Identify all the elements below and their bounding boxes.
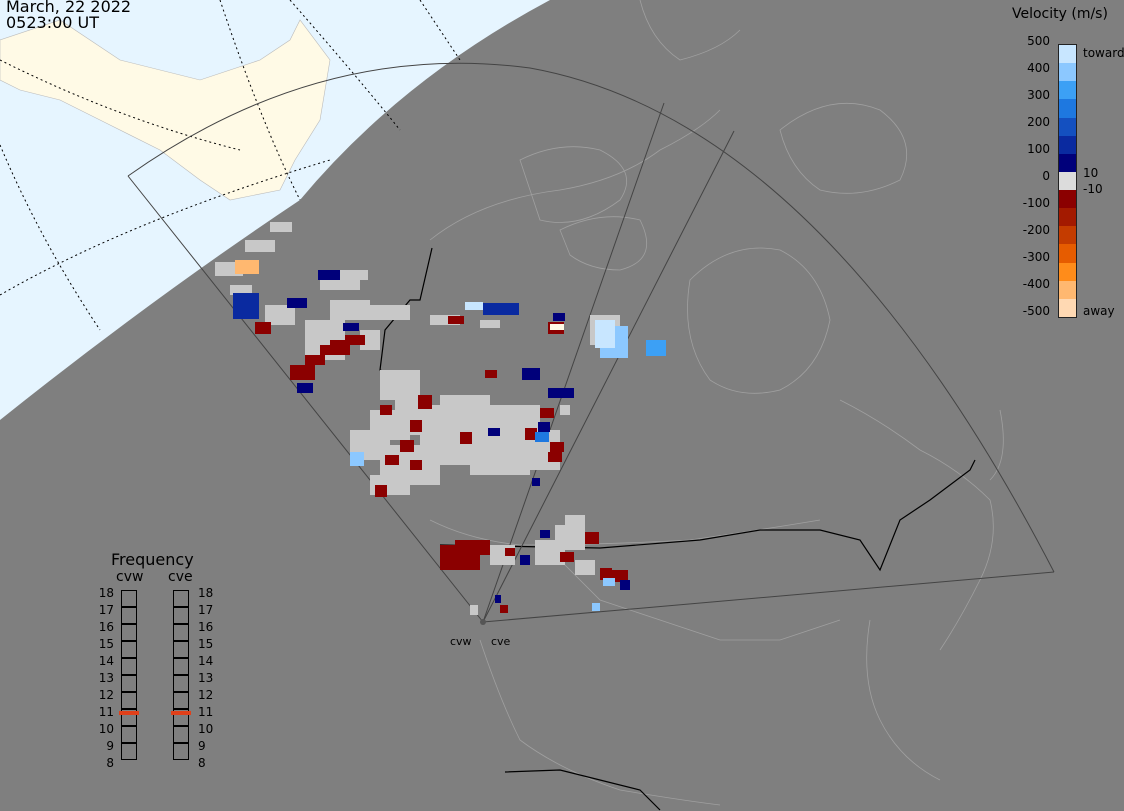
frequency-level-label: 14 — [198, 654, 214, 668]
colorbar-segment — [1059, 171, 1076, 191]
frequency-level-label: 17 — [198, 603, 214, 617]
frequency-cell — [173, 743, 189, 760]
frequency-level-label: 18 — [198, 586, 214, 600]
colorbar-tick-label: -500 — [1022, 304, 1050, 318]
us-mexico-border — [504, 769, 661, 811]
frequency-level-label: 15 — [98, 637, 114, 651]
frequency-level-label: 16 — [198, 620, 214, 634]
colorbar-tick-label: 400 — [1027, 61, 1050, 75]
frequency-cell — [121, 624, 137, 641]
frequency-radar-cve: cve — [168, 569, 193, 585]
frequency-marker — [119, 711, 139, 715]
map-header: March, 22 2022 0523:00 UT — [6, 0, 131, 31]
time-label: 0523:00 UT — [6, 13, 100, 32]
frequency-title: Frequency — [111, 550, 194, 569]
frequency-cell — [173, 675, 189, 692]
colorbar-segment — [1059, 63, 1076, 82]
frequency-level-label: 9 — [198, 739, 206, 753]
colorbar-segment — [1059, 226, 1076, 245]
radar-label-cve: cve — [491, 635, 511, 648]
frequency-level-label: 12 — [198, 688, 214, 702]
radar-site-cvw — [480, 619, 486, 625]
frequency-cell — [121, 692, 137, 709]
frequency-cell — [121, 658, 137, 675]
colorbar-segment — [1059, 81, 1076, 100]
velocity-colorbar — [1058, 44, 1077, 318]
frequency-level-label: 18 — [98, 586, 114, 600]
frequency-level-label: 14 — [98, 654, 114, 668]
frequency-cell — [173, 692, 189, 709]
colorbar-segment — [1059, 244, 1076, 264]
colorbar-segment — [1059, 153, 1076, 173]
frequency-level-label: 9 — [106, 739, 114, 753]
map — [0, 0, 1055, 811]
colorbar-tick-label: 300 — [1027, 88, 1050, 102]
colorbar-segment — [1059, 135, 1076, 155]
positive-threshold-label: 10 — [1083, 166, 1099, 180]
colorbar-segment — [1059, 298, 1076, 318]
frequency-radar-cvw: cvw — [116, 569, 144, 585]
frequency-level-label: 13 — [198, 671, 214, 685]
frequency-cell — [121, 675, 137, 692]
colorbar-title: Velocity (m/s) — [1012, 6, 1108, 22]
frequency-cell — [121, 607, 137, 624]
frequency-cell — [121, 590, 137, 607]
frequency-cell — [173, 590, 189, 607]
frequency-level-label: 8 — [198, 756, 206, 770]
frequency-level-label: 13 — [98, 671, 114, 685]
frequency-level-label: 10 — [98, 722, 114, 736]
frequency-cell — [121, 641, 137, 658]
colorbar-segment — [1059, 190, 1076, 209]
frequency-level-label: 10 — [198, 722, 214, 736]
colorbar-segment — [1059, 45, 1076, 64]
colorbar-tick-label: 100 — [1027, 142, 1050, 156]
frequency-cell — [173, 658, 189, 675]
frequency-level-label: 15 — [198, 637, 214, 651]
coastlines — [429, 0, 1004, 806]
colorbar-segment — [1059, 99, 1076, 119]
colorbar-segment — [1059, 117, 1076, 137]
ground-scatter — [215, 222, 620, 615]
colorbar-tick-label: 200 — [1027, 115, 1050, 129]
radar-label-cvw: cvw — [450, 635, 472, 648]
frequency-marker — [171, 711, 191, 715]
frequency-cell — [173, 624, 189, 641]
frequency-level-label: 16 — [98, 620, 114, 634]
frequency-level-label: 17 — [98, 603, 114, 617]
colorbar-tick-label: -200 — [1022, 223, 1050, 237]
frequency-level-label: 12 — [98, 688, 114, 702]
colorbar-segment — [1059, 280, 1076, 300]
frequency-cell — [173, 607, 189, 624]
negative-threshold-label: -10 — [1083, 182, 1103, 196]
colorbar-segment — [1059, 262, 1076, 282]
frequency-level-label: 11 — [198, 705, 214, 719]
frequency-cell — [173, 641, 189, 658]
colorbar-tick-label: 0 — [1042, 169, 1050, 183]
colorbar-tick-label: -100 — [1022, 196, 1050, 210]
toward-label: toward — [1083, 46, 1124, 60]
frequency-cell — [121, 743, 137, 760]
colorbar-tick-label: 500 — [1027, 34, 1050, 48]
colorbar-segment — [1059, 208, 1076, 227]
colorbar-tick-label: -300 — [1022, 250, 1050, 264]
away-label: away — [1083, 304, 1115, 318]
frequency-cell — [121, 726, 137, 743]
frequency-cell — [173, 726, 189, 743]
frequency-level-label: 11 — [98, 705, 114, 719]
frequency-level-label: 8 — [106, 756, 114, 770]
colorbar-tick-label: -400 — [1022, 277, 1050, 291]
